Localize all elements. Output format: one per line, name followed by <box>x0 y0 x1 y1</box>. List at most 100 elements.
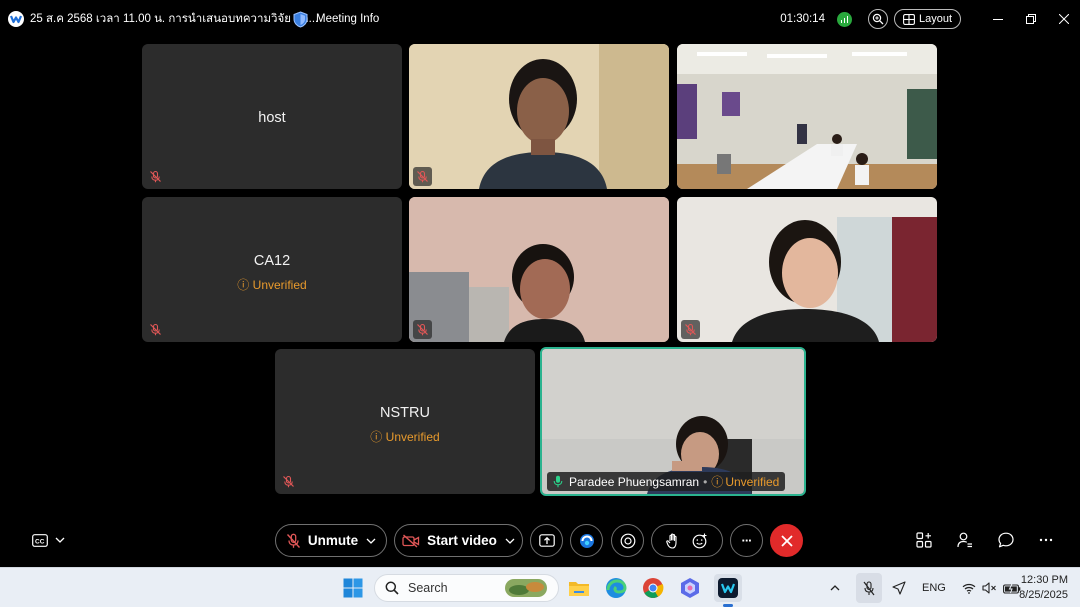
clock-time: 12:30 PM <box>1020 574 1068 586</box>
location-icon[interactable] <box>892 581 906 595</box>
meeting-info-label: Meeting Info <box>316 13 380 25</box>
mic-muted-tray-icon[interactable] <box>856 573 882 603</box>
emoji-reaction-icon <box>692 533 707 548</box>
start-button[interactable] <box>340 575 366 601</box>
meeting-timer: 01:30:14 <box>780 13 825 25</box>
video-off-icon <box>402 533 420 548</box>
participants-button[interactable] <box>953 528 977 552</box>
video-tile-participant-5[interactable] <box>409 197 669 342</box>
title-bar: 25 ส.ค 2568 เวลา 11.00 น. การนำเสนอบทควา… <box>0 0 1080 38</box>
minimize-icon <box>992 19 1003 20</box>
video-tile-nstru[interactable]: NSTRU ⓘ Unverified <box>275 349 535 494</box>
mic-on-icon <box>553 475 563 488</box>
name-separator: • <box>703 474 708 489</box>
muted-mic-icon <box>413 320 432 339</box>
layout-label: Layout <box>918 13 952 25</box>
wifi-icon[interactable] <box>962 583 976 594</box>
minimize-button[interactable] <box>981 0 1014 38</box>
muted-mic-icon <box>146 167 165 186</box>
apps-button[interactable] <box>912 528 936 552</box>
taskbar-search[interactable]: Search <box>374 574 559 602</box>
video-tile-conference-room[interactable] <box>677 44 937 189</box>
taskbar-clock[interactable]: 12:30 PM 8/25/2025 <box>1019 573 1068 603</box>
participant-name: CA12 <box>253 253 291 269</box>
participant-video <box>677 44 937 189</box>
record-icon <box>620 533 635 548</box>
chat-button[interactable] <box>994 528 1018 552</box>
apps-grid-icon <box>916 532 932 548</box>
start-video-label: Start video <box>427 533 497 548</box>
video-tile-ca12[interactable]: CA12 ⓘ Unverified <box>142 197 402 342</box>
title-area: 25 ส.ค 2568 เวลา 11.00 น. การนำเสนอบทควา… <box>8 0 318 38</box>
system-tray: ENG <box>830 568 1021 607</box>
close-icon <box>1058 14 1069 24</box>
unmute-label: Unmute <box>307 533 359 548</box>
video-tile-active-speaker[interactable]: Paradee Phuengsamran • ⓘ Unverified <box>540 347 806 496</box>
start-video-button[interactable]: Start video <box>394 524 523 557</box>
more-label: ··· <box>741 533 753 548</box>
webex-meeting-window: 25 ส.ค 2568 เวลา 11.00 น. การนำเสนอบทควา… <box>0 0 1080 607</box>
restore-button[interactable] <box>1014 0 1047 38</box>
speaker-muted-icon[interactable] <box>982 582 997 594</box>
record-button[interactable] <box>611 524 644 557</box>
share-button[interactable] <box>530 524 563 557</box>
video-tile-participant-2[interactable] <box>409 44 669 189</box>
windows-logo-icon <box>343 578 363 598</box>
search-icon <box>385 581 399 595</box>
search-placeholder: Search <box>408 581 448 595</box>
chrome-browser-icon[interactable] <box>640 575 666 601</box>
file-explorer-icon[interactable] <box>566 575 592 601</box>
connection-signal-icon[interactable] <box>836 11 852 27</box>
restore-icon <box>1025 14 1036 24</box>
edge-browser-icon[interactable] <box>603 575 629 601</box>
muted-mic-icon <box>146 320 165 339</box>
shield-icon <box>293 10 308 28</box>
leave-meeting-button[interactable] <box>770 524 803 557</box>
webex-logo-icon <box>8 11 24 27</box>
layout-button[interactable]: Layout <box>893 9 961 29</box>
active-speaker-name-pill: Paradee Phuengsamran • ⓘ Unverified <box>547 472 786 491</box>
close-icon <box>780 534 793 547</box>
webex-taskbar-icon[interactable] <box>714 574 742 607</box>
layout-grid-icon <box>903 13 915 25</box>
chevron-down-icon[interactable] <box>505 538 515 544</box>
chevron-down-icon[interactable] <box>366 538 376 544</box>
unverified-icon: ⓘ <box>237 278 250 292</box>
meeting-control-bar: CC Unmute Start video ··· <box>0 520 1080 562</box>
muted-mic-icon <box>286 533 300 548</box>
title-bar-controls: 01:30:14 Layout <box>780 0 1080 38</box>
share-screen-icon <box>538 534 555 547</box>
participants-icon <box>957 532 972 548</box>
unverified-status: ⓘ Unverified <box>370 430 440 444</box>
chevron-up-icon[interactable] <box>830 585 840 591</box>
participant-video <box>409 197 669 342</box>
copilot-app-icon[interactable] <box>677 575 703 601</box>
more-horizontal-icon <box>1039 538 1053 542</box>
unverified-status: Unverified <box>725 474 780 489</box>
close-button[interactable] <box>1047 0 1080 38</box>
more-panels-button[interactable] <box>1034 528 1058 552</box>
video-tile-host[interactable]: host <box>142 44 402 189</box>
zoom-icon[interactable] <box>867 9 888 29</box>
more-options-button[interactable]: ··· <box>730 524 763 557</box>
webex-ai-button[interactable] <box>570 524 603 557</box>
participant-video <box>409 44 669 189</box>
chevron-down-icon <box>55 537 64 543</box>
participant-name: host <box>258 110 286 126</box>
unmute-button[interactable]: Unmute <box>275 524 387 557</box>
svg-text:CC: CC <box>35 538 45 545</box>
webex-ai-icon <box>579 533 594 548</box>
chat-bubble-icon <box>998 532 1014 548</box>
video-tile-participant-6[interactable] <box>677 197 937 342</box>
captions-button[interactable]: CC <box>28 528 68 552</box>
meeting-info-button[interactable]: Meeting Info <box>293 0 379 38</box>
unverified-icon: ⓘ <box>711 475 724 489</box>
meeting-title: 25 ส.ค 2568 เวลา 11.00 น. การนำเสนอบทควา… <box>30 13 319 25</box>
muted-mic-icon <box>413 167 432 186</box>
search-highlight-icon <box>505 579 547 597</box>
raise-hand-icon <box>666 533 677 549</box>
active-speaker-name: Paradee Phuengsamran <box>569 474 700 489</box>
language-indicator[interactable]: ENG <box>922 582 946 594</box>
muted-mic-icon <box>681 320 700 339</box>
reactions-button[interactable] <box>651 524 723 557</box>
